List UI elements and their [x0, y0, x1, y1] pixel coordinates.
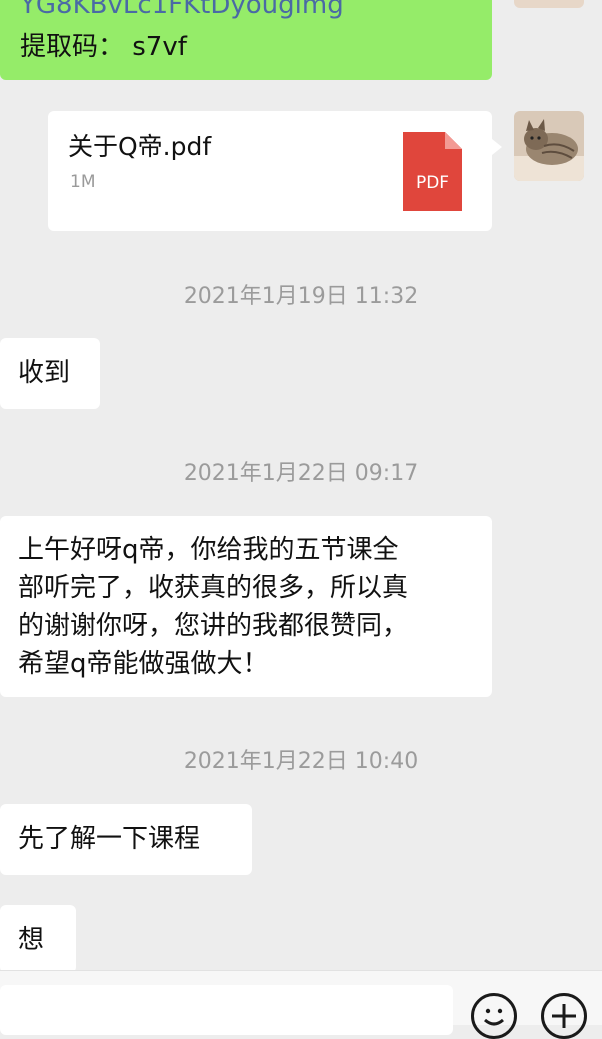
timestamp: 2021年1月22日 10:40	[183, 749, 419, 774]
pdf-label: PDF	[416, 173, 449, 193]
file-name: 关于Q帝.pdf	[68, 132, 212, 161]
message-line: 的谢谢你呀，您讲的我都很赞同，	[18, 611, 409, 641]
pdf-file-icon: PDF	[403, 132, 462, 211]
file-size: 1M	[70, 172, 96, 192]
message-text: 想	[18, 925, 45, 955]
message-line: 部听完了，收获真的很多，所以真	[18, 573, 409, 603]
incoming-message-bubble[interactable]: 收到	[0, 338, 100, 409]
message-line: 希望q帝能做强做大！	[18, 649, 269, 679]
incoming-message-bubble[interactable]: 先了解一下课程	[0, 804, 252, 875]
message-line: 上午好呀q帝，你给我的五节课全	[18, 535, 399, 565]
timestamp: 2021年1月19日 11:32	[183, 284, 419, 309]
incoming-message-bubble[interactable]: 想	[0, 905, 76, 973]
avatar-cat[interactable]	[514, 111, 584, 181]
message-text: 先了解一下课程	[18, 824, 201, 854]
plus-icon[interactable]	[541, 993, 587, 1039]
emoji-icon[interactable]	[471, 993, 517, 1039]
extract-code-text: 提取码： s7vf	[20, 32, 187, 62]
timestamp: 2021年1月22日 09:17	[183, 461, 419, 486]
avatar[interactable]	[514, 0, 584, 8]
message-text: 收到	[18, 358, 71, 388]
message-input[interactable]	[0, 985, 453, 1035]
share-link-text[interactable]: YG8KBvLc1FKtDyouglmg	[20, 0, 344, 18]
incoming-message-bubble[interactable]: 上午好呀q帝，你给我的五节课全 部听完了，收获真的很多，所以真 的谢谢你呀，您讲…	[0, 516, 492, 697]
